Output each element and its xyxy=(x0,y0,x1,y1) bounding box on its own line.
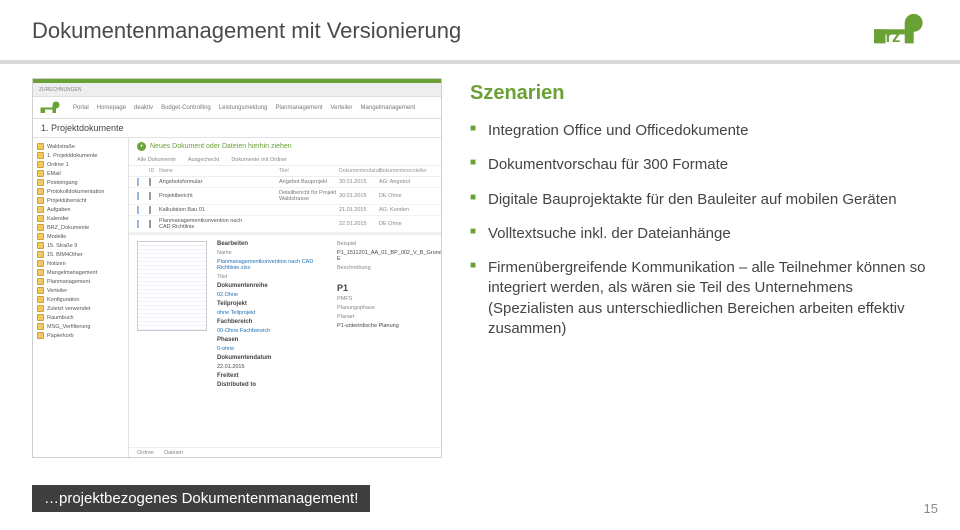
document-icon xyxy=(137,206,139,214)
app-screenshot: ZURECHNUNGEN Portal Homepage deaktiv Bud… xyxy=(32,78,442,458)
svg-text:rz: rz xyxy=(886,27,901,46)
tree-node[interactable]: 15. BIM4Other xyxy=(33,250,128,259)
tree-node[interactable]: Posteingang xyxy=(33,178,128,187)
checkbox[interactable] xyxy=(149,178,151,186)
tree-node[interactable]: Projektübersicht xyxy=(33,196,128,205)
folder-icon xyxy=(37,296,44,303)
tree-node[interactable]: Zuletzt verwendet xyxy=(33,304,128,313)
scenarios-heading: Szenarien xyxy=(470,82,928,105)
table-row[interactable]: Angebotsformular Angebot Bauprojekt 30.0… xyxy=(129,177,441,188)
table-row[interactable]: Projektbericht Detailbericht für Projekt… xyxy=(129,188,441,205)
brand-logo: rz xyxy=(874,10,938,51)
document-icon xyxy=(137,192,139,200)
tab-item[interactable]: Mangelmanagement xyxy=(361,103,416,113)
tree-node[interactable]: Planmanagement xyxy=(33,277,128,286)
filter-bar[interactable]: Alle Dokumente Ausgecheckt Dokumente mit… xyxy=(129,155,441,166)
tree-node[interactable]: Papierkorb xyxy=(33,331,128,340)
detail-section-label: Bearbeiten xyxy=(217,241,327,247)
folder-icon xyxy=(37,233,44,240)
folder-icon xyxy=(37,188,44,195)
document-icon xyxy=(137,220,139,228)
folder-icon xyxy=(37,152,44,159)
tree-node[interactable]: Konfiguration xyxy=(33,295,128,304)
tree-node[interactable]: MSG_Verfilterung xyxy=(33,322,128,331)
app-sidebar[interactable]: Waldstraße 1. Projektdokumente Ordner 1 … xyxy=(33,138,129,458)
bottom-view-switch[interactable]: Ordner Dateien xyxy=(129,447,441,458)
tab-item[interactable]: Verteiler xyxy=(331,103,353,113)
folder-icon xyxy=(37,242,44,249)
checkbox[interactable] xyxy=(149,206,151,214)
list-item: Integration Office und Officedokumente xyxy=(470,121,928,141)
footer-tag: …projektbezogenes Dokumentenmanagement! xyxy=(32,485,370,512)
tab-item[interactable]: Homepage xyxy=(97,103,126,113)
page-number: 15 xyxy=(924,501,938,516)
folder-icon xyxy=(37,143,44,150)
table-row[interactable]: Planmanagementkonvention nach CAD Richtl… xyxy=(129,216,441,233)
tree-node[interactable]: Kalender xyxy=(33,214,128,223)
app-menubar: ZURECHNUNGEN xyxy=(33,83,441,97)
tree-node[interactable]: Aufgaben xyxy=(33,205,128,214)
filter-item[interactable]: Alle Dokumente xyxy=(137,157,176,163)
folder-icon xyxy=(37,161,44,168)
tree-node[interactable]: Notizen xyxy=(33,259,128,268)
list-item: Dokumentvorschau für 300 Formate xyxy=(470,155,928,175)
tree-node[interactable]: Protokolldokumentation xyxy=(33,187,128,196)
view-option[interactable]: Dateien xyxy=(164,450,183,456)
tab-item[interactable]: Budget-Controlling xyxy=(161,103,211,113)
tab-item[interactable]: Portal xyxy=(73,103,89,113)
list-item: Firmenübergreifende Kommunikation – alle… xyxy=(470,258,928,339)
document-thumbnail xyxy=(137,241,207,331)
app-section-title: 1. Projektdokumente xyxy=(33,119,441,138)
folder-icon xyxy=(37,215,44,222)
folder-icon xyxy=(37,323,44,330)
document-icon xyxy=(137,178,139,186)
tree-node[interactable]: Waldstraße xyxy=(33,142,128,151)
plus-icon: + xyxy=(137,142,146,151)
filter-item[interactable]: Dokumente mit Ordner xyxy=(231,157,287,163)
checkbox[interactable] xyxy=(149,220,151,228)
folder-icon xyxy=(37,224,44,231)
tree-node[interactable]: Mangelmanagement xyxy=(33,268,128,277)
folder-icon xyxy=(37,305,44,312)
tree-node[interactable]: Modelle xyxy=(33,232,128,241)
folder-icon xyxy=(37,332,44,339)
folder-icon xyxy=(37,314,44,321)
tree-node[interactable]: 1. Projektdokumente xyxy=(33,151,128,160)
scenarios-list: Integration Office und Officedokumente D… xyxy=(470,121,928,339)
tree-node[interactable]: EMail xyxy=(33,169,128,178)
tab-item[interactable]: Planmanagement xyxy=(275,103,322,113)
slide-title: Dokumentenmanagement mit Versionierung xyxy=(32,18,461,44)
detail-name-link[interactable]: Planmanagementkonvention nach CAD Richtl… xyxy=(217,259,327,271)
tree-node[interactable]: Raumbuch xyxy=(33,313,128,322)
filter-item[interactable]: Ausgecheckt xyxy=(188,157,220,163)
folder-icon xyxy=(37,251,44,258)
folder-icon xyxy=(37,179,44,186)
folder-icon xyxy=(37,197,44,204)
checkbox[interactable] xyxy=(149,192,151,200)
header-divider xyxy=(0,60,960,64)
folder-icon xyxy=(37,269,44,276)
tree-node[interactable]: Ordner 1 xyxy=(33,160,128,169)
tree-node[interactable]: BRZ_Dokumente xyxy=(33,223,128,232)
tab-item[interactable]: Leistungsmeldung xyxy=(219,103,268,113)
folder-icon xyxy=(37,170,44,177)
list-item: Volltextsuche inkl. der Dateianhänge xyxy=(470,224,928,244)
tree-node[interactable]: 15. Straße 9 xyxy=(33,241,128,250)
view-option[interactable]: Ordner xyxy=(137,450,154,456)
tab-item[interactable]: deaktiv xyxy=(134,103,153,113)
folder-icon xyxy=(37,287,44,294)
folder-icon xyxy=(37,260,44,267)
tree-node[interactable]: Verteiler xyxy=(33,286,128,295)
app-tabs[interactable]: Portal Homepage deaktiv Budget-Controlli… xyxy=(73,103,415,113)
detail-pane: Bearbeiten Name Planmanagementkonvention… xyxy=(129,235,441,447)
table-row[interactable]: Kalkulation Bau 01 21.01.2015 AG: Kunden xyxy=(129,205,441,216)
folder-icon xyxy=(37,206,44,213)
upload-hint[interactable]: + Neues Dokument oder Dateien hierhin zi… xyxy=(129,138,441,155)
folder-icon xyxy=(37,278,44,285)
table-header: ID Name Titel Dokumentendatum Dokumenten… xyxy=(129,166,441,177)
list-item: Digitale Bauprojektakte für den Bauleite… xyxy=(470,190,928,210)
app-logo xyxy=(39,100,67,116)
